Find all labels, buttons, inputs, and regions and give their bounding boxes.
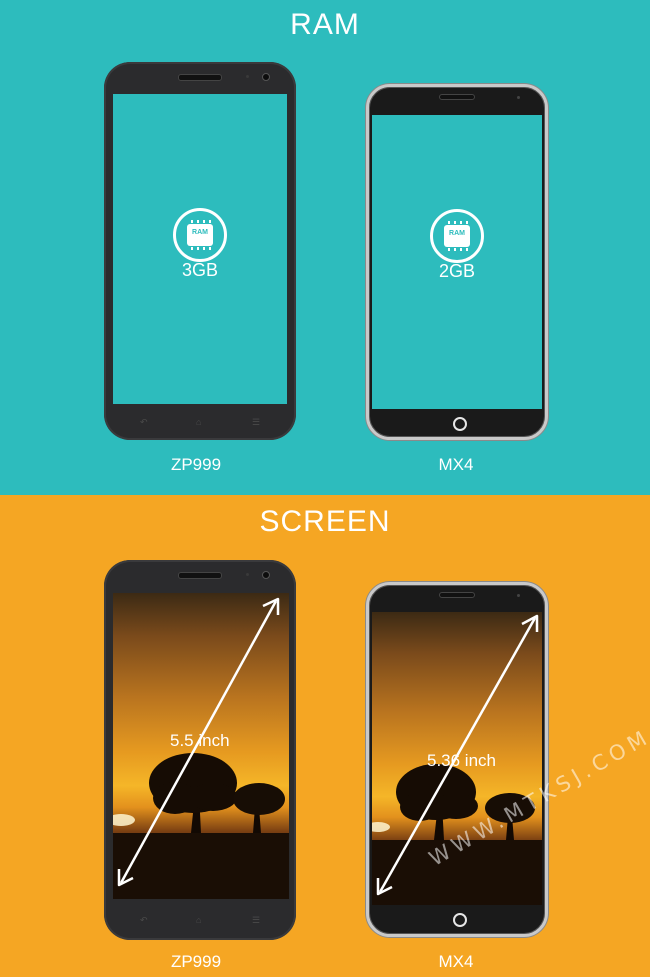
back-key-icon: ↶: [140, 417, 148, 427]
ram-chip-icon: RAM: [430, 209, 484, 263]
mx4-ram-value: 2GB: [438, 261, 476, 281]
earpiece-speaker: [178, 74, 222, 81]
sensor-icon: [246, 75, 249, 78]
mx4-screen-size: 5.36 inch: [427, 751, 496, 770]
zp999-phone-screen: 5.5 inch ↶ ⌂ ☰: [104, 560, 296, 940]
home-key-icon: ⌂: [196, 915, 202, 925]
zp999-label: ZP999: [170, 952, 222, 971]
front-camera-icon: [262, 571, 270, 579]
mx4-phone-ram: RAM 2GB: [366, 84, 548, 440]
screen-title: SCREEN: [259, 505, 391, 538]
earpiece-speaker: [439, 94, 475, 100]
front-camera-icon: [262, 73, 270, 81]
menu-key-icon: ☰: [252, 915, 261, 925]
mx4-label: MX4: [438, 952, 474, 971]
front-camera-icon: [517, 96, 520, 99]
zp999-ram-value: 3GB: [181, 260, 219, 280]
ram-chip-icon: RAM: [173, 208, 227, 262]
mx4-screen: RAM 2GB: [372, 115, 542, 409]
mx4-label: MX4: [438, 455, 474, 474]
back-key-icon: ↶: [140, 915, 148, 925]
home-button-icon: [453, 417, 467, 431]
home-key-icon: ⌂: [196, 417, 202, 427]
zp999-sunset-wallpaper: 5.5 inch: [113, 593, 289, 899]
front-camera-icon: [517, 594, 520, 597]
home-button-icon: [453, 913, 467, 927]
earpiece-speaker: [178, 572, 222, 579]
sensor-icon: [246, 573, 249, 576]
mx4-sunset-wallpaper: 5.36 inch: [372, 612, 542, 905]
ram-section: RAM RAM 3GB ↶ ⌂ ☰ ZP999 RAM 2GB MX4: [0, 0, 650, 495]
screen-section: SCREEN 5.5 inch ↶ ⌂ ☰ ZP999 5.36 inch MX…: [0, 495, 650, 977]
zp999-screen-size: 5.5 inch: [170, 731, 230, 750]
zp999-screen: RAM 3GB: [113, 94, 287, 404]
ram-title: RAM: [290, 8, 360, 41]
menu-key-icon: ☰: [252, 417, 261, 427]
mx4-phone-screen: 5.36 inch: [366, 582, 548, 937]
earpiece-speaker: [439, 592, 475, 598]
zp999-label: ZP999: [170, 455, 222, 474]
zp999-phone-ram: RAM 3GB ↶ ⌂ ☰: [104, 62, 296, 440]
